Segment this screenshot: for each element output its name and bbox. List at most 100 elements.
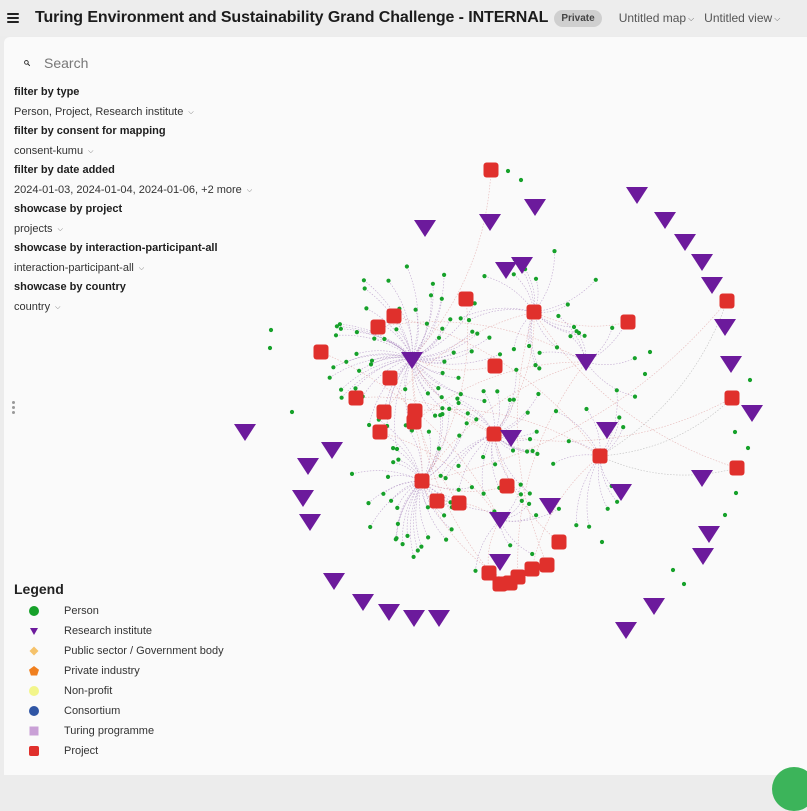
project-node[interactable] (348, 390, 364, 406)
person-node[interactable] (507, 397, 512, 402)
research-institute-node[interactable] (626, 187, 648, 204)
person-node[interactable] (469, 485, 474, 490)
person-node[interactable] (405, 533, 410, 539)
person-node[interactable] (354, 351, 359, 356)
project-node[interactable] (376, 404, 392, 420)
person-node[interactable] (614, 388, 619, 393)
person-node[interactable] (747, 377, 753, 383)
person-node[interactable] (537, 350, 542, 355)
person-node[interactable] (436, 386, 441, 391)
person-node[interactable] (565, 302, 570, 307)
person-node[interactable] (395, 505, 400, 510)
person-node[interactable] (510, 448, 516, 453)
project-node[interactable] (487, 358, 503, 374)
person-node[interactable] (587, 524, 592, 529)
person-node[interactable] (404, 264, 409, 269)
person-node[interactable] (571, 324, 577, 330)
person-node[interactable] (448, 317, 453, 322)
search-box[interactable] (14, 49, 106, 77)
person-node[interactable] (615, 499, 620, 504)
person-node[interactable] (473, 568, 478, 573)
research-institute-node[interactable] (524, 199, 546, 216)
person-node[interactable] (599, 539, 605, 545)
person-node[interactable] (518, 492, 524, 497)
project-node[interactable] (592, 448, 608, 464)
person-node[interactable] (533, 363, 538, 368)
person-node[interactable] (493, 462, 498, 467)
person-node[interactable] (511, 347, 516, 352)
person-node[interactable] (632, 356, 637, 361)
person-node[interactable] (415, 548, 420, 553)
research-institute-node[interactable] (596, 422, 618, 439)
project-node[interactable] (526, 304, 542, 320)
person-node[interactable] (338, 326, 343, 331)
person-node[interactable] (533, 276, 539, 281)
person-node[interactable] (621, 425, 626, 430)
research-institute-node[interactable] (691, 470, 713, 487)
research-institute-node[interactable] (479, 214, 501, 231)
person-node[interactable] (393, 537, 398, 542)
person-node[interactable] (464, 421, 469, 426)
person-node[interactable] (386, 278, 391, 283)
research-institute-node[interactable] (495, 262, 517, 279)
person-node[interactable] (470, 329, 475, 334)
person-node[interactable] (481, 389, 486, 394)
person-node[interactable] (534, 429, 539, 434)
person-node[interactable] (426, 535, 431, 540)
showcase-country-dropdown[interactable]: country ⌵ (14, 299, 252, 319)
person-node[interactable] (440, 370, 445, 376)
person-node[interactable] (353, 386, 358, 391)
person-node[interactable] (366, 501, 371, 506)
person-node[interactable] (527, 491, 532, 496)
person-node[interactable] (456, 487, 461, 492)
person-node[interactable] (527, 437, 533, 442)
research-institute-node[interactable] (428, 610, 450, 627)
person-node[interactable] (391, 460, 396, 465)
research-institute-node[interactable] (741, 405, 763, 422)
project-node[interactable] (451, 495, 467, 511)
person-node[interactable] (389, 498, 394, 503)
person-node[interactable] (394, 446, 400, 452)
research-institute-node[interactable] (352, 594, 374, 611)
research-institute-node[interactable] (654, 212, 676, 229)
person-node[interactable] (403, 387, 408, 392)
person-node[interactable] (339, 395, 344, 400)
research-institute-node[interactable] (539, 498, 561, 515)
person-node[interactable] (474, 417, 479, 422)
person-node[interactable] (368, 362, 374, 367)
person-node[interactable] (440, 326, 445, 331)
person-node[interactable] (508, 543, 513, 548)
project-node[interactable] (483, 162, 499, 178)
person-node[interactable] (436, 446, 441, 451)
person-node[interactable] (466, 318, 472, 323)
research-institute-node[interactable] (292, 490, 314, 507)
person-node[interactable] (574, 329, 579, 334)
person-node[interactable] (519, 498, 524, 503)
person-node[interactable] (527, 343, 532, 349)
project-node[interactable] (429, 493, 445, 509)
person-node[interactable] (451, 350, 456, 355)
person-node[interactable] (518, 177, 524, 183)
project-node[interactable] (502, 575, 518, 591)
research-institute-node[interactable] (692, 548, 714, 565)
person-node[interactable] (382, 336, 387, 342)
person-node[interactable] (733, 490, 739, 496)
person-node[interactable] (552, 249, 557, 254)
research-institute-node[interactable] (674, 234, 696, 251)
person-node[interactable] (439, 296, 444, 301)
person-node[interactable] (458, 392, 463, 397)
project-node[interactable] (386, 308, 402, 324)
person-node[interactable] (481, 454, 486, 460)
person-node[interactable] (267, 345, 273, 351)
search-input[interactable] (42, 54, 106, 72)
person-node[interactable] (556, 506, 562, 511)
person-node[interactable] (551, 461, 556, 466)
project-node[interactable] (370, 319, 386, 335)
person-node[interactable] (369, 358, 375, 363)
project-node[interactable] (499, 478, 515, 494)
person-node[interactable] (527, 501, 532, 506)
person-node[interactable] (582, 333, 587, 338)
person-node[interactable] (605, 506, 610, 511)
person-node[interactable] (289, 409, 295, 415)
person-node[interactable] (535, 451, 540, 456)
